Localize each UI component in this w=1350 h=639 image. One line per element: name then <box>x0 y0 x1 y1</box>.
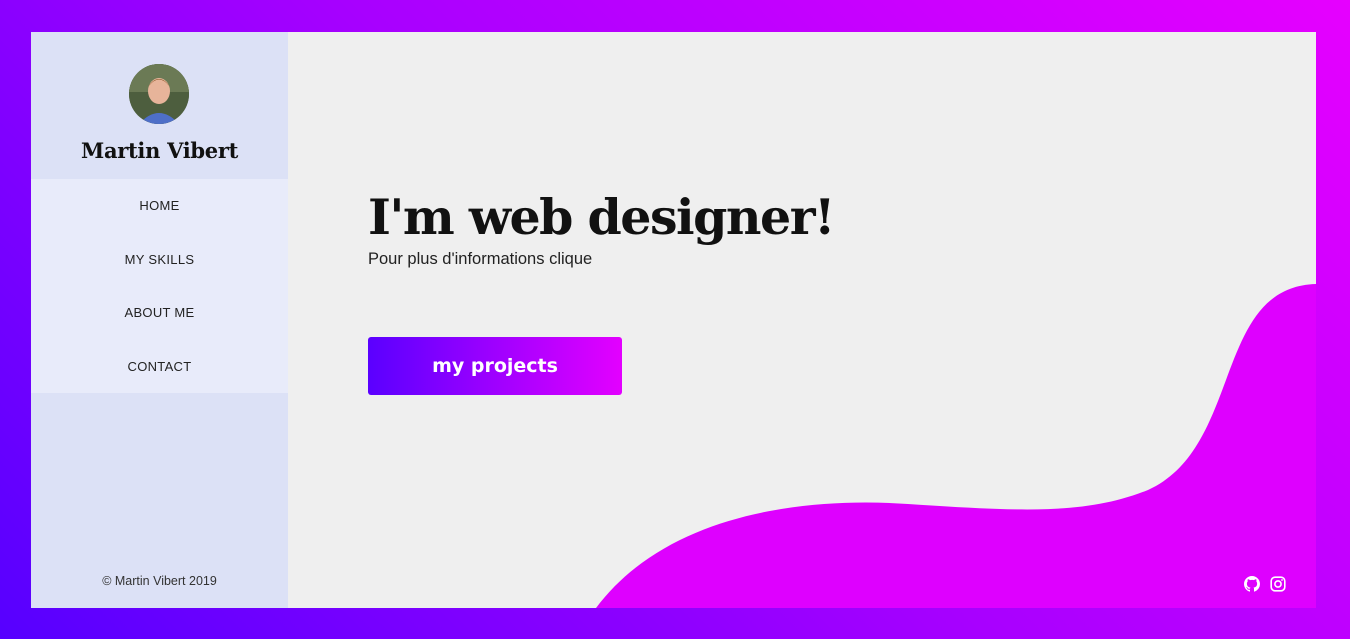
nav-item-about-me[interactable]: ABOUT ME <box>31 286 288 340</box>
sidebar: Martin Vibert HOME MY SKILLS ABOUT ME CO… <box>31 32 288 608</box>
social-links <box>1244 576 1286 592</box>
profile-name: Martin Vibert <box>81 138 238 163</box>
nav-item-contact[interactable]: CONTACT <box>31 340 288 394</box>
hero-title: I'm web designer! <box>368 188 836 246</box>
copyright-text: © Martin Vibert 2019 <box>102 574 217 588</box>
app-frame: Martin Vibert HOME MY SKILLS ABOUT ME CO… <box>31 32 1316 608</box>
nav-item-my-skills[interactable]: MY SKILLS <box>31 233 288 287</box>
decorative-wave <box>596 284 1316 608</box>
hero-subtitle: Pour plus d'informations clique <box>368 250 593 268</box>
instagram-icon[interactable] <box>1270 576 1286 592</box>
avatar <box>129 64 189 124</box>
my-projects-button[interactable]: my projects <box>368 337 622 395</box>
main-content: I'm web designer! Pour plus d'informatio… <box>288 32 1316 608</box>
main-nav: HOME MY SKILLS ABOUT ME CONTACT <box>31 179 288 393</box>
github-icon[interactable] <box>1244 576 1260 592</box>
nav-item-home[interactable]: HOME <box>31 179 288 233</box>
